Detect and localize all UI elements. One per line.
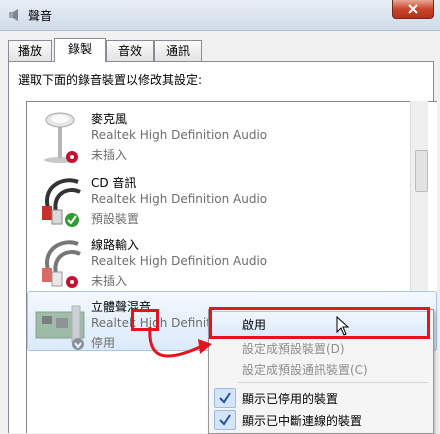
device-status: 未插入 [91,148,128,162]
annotation-arrow-icon [148,326,212,358]
menu-item-show-disabled[interactable]: 顯示已停用的裝置 [242,390,338,407]
line-in-cable-icon [42,240,81,288]
device-status: 停用 [91,336,116,350]
device-driver: Realtek High Definition Audio [91,192,268,206]
device-name: 麥克風 [91,112,128,126]
menu-item-set-default-comm[interactable]: 設定成預設通訊裝置(C) [242,361,368,378]
disabled-badge [72,338,84,350]
close-icon [408,4,418,14]
sound-card-icon [35,305,85,350]
tab-playback[interactable]: 播放 [8,40,52,61]
mouse-cursor-icon [336,316,350,336]
tab-strip: 播放 錄製 音效 通訊 [8,38,432,62]
annotation-enable-box [209,307,430,339]
checkmark-icon [214,410,236,430]
device-driver: Realtek High Definition Audio [91,254,268,268]
title-bar: 聲音 [0,0,440,31]
tab-sounds[interactable]: 音效 [106,40,154,61]
unplugged-badge [66,276,78,288]
device-name: 線路輸入 [91,238,140,252]
unplugged-badge [66,151,78,163]
device-item-line-in[interactable]: 線路輸入 Realtek High Definition Audio 未插入 [28,230,408,292]
microphone-icon [44,112,78,163]
menu-item-set-default[interactable]: 設定成預設裝置(D) [242,340,345,357]
device-name: CD 音訊 [91,176,137,190]
default-check-badge [65,213,79,227]
speaker-app-icon [9,9,18,21]
device-item-cd-audio[interactable]: CD 音訊 Realtek High Definition Audio 預設裝置 [28,168,408,230]
tab-communications[interactable]: 通訊 [154,40,202,61]
window-title: 聲音 [28,9,53,23]
device-status: 預設裝置 [91,212,140,226]
device-status: 未插入 [91,274,128,288]
menu-separator [238,382,428,383]
menu-item-show-disconnected[interactable]: 顯示已中斷連線的裝置 [242,412,362,429]
checkmark-icon [214,388,236,408]
device-driver: Realtek High Definition Audio [91,128,268,142]
close-button[interactable] [392,0,434,19]
scrollbar-thumb[interactable] [415,150,428,192]
device-item-microphone[interactable]: 麥克風 Realtek High Definition Audio 未插入 [28,104,408,166]
tab-recording[interactable]: 錄製 [54,38,106,62]
rca-cable-icon [42,178,81,227]
instruction-text: 選取下面的錄音裝置以修改其設定: [18,73,203,87]
